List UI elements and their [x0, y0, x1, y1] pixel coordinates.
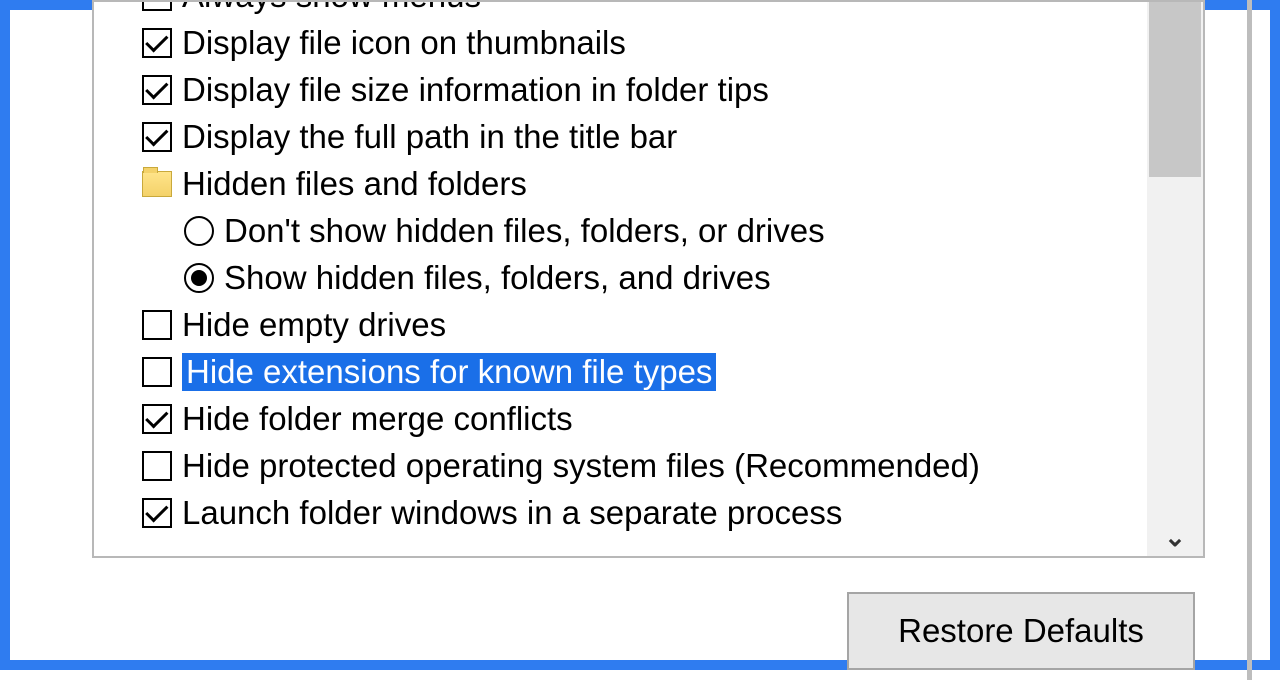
chevron-down-icon: ⌄ — [1164, 522, 1186, 553]
checkbox-icon[interactable] — [142, 28, 172, 58]
checkbox-icon[interactable] — [142, 357, 172, 387]
scrollbar[interactable]: ⌄ — [1147, 2, 1203, 556]
folder-options-list-panel: Always show menus Display file icon on t… — [92, 0, 1205, 558]
option-hide-empty-drives[interactable]: Hide empty drives — [94, 301, 1147, 348]
option-hide-extensions[interactable]: Hide extensions for known file types — [94, 348, 1147, 395]
scrollbar-down-button[interactable]: ⌄ — [1147, 518, 1203, 556]
option-label: Hide folder merge conflicts — [182, 400, 573, 438]
checkbox-icon[interactable] — [142, 310, 172, 340]
option-display-full-path[interactable]: Display the full path in the title bar — [94, 113, 1147, 160]
group-label: Hidden files and folders — [182, 165, 527, 203]
radio-icon[interactable] — [184, 263, 214, 293]
option-label: Don't show hidden files, folders, or dri… — [224, 212, 825, 250]
option-hide-protected[interactable]: Hide protected operating system files (R… — [94, 442, 1147, 489]
option-launch-separate[interactable]: Launch folder windows in a separate proc… — [94, 489, 1147, 536]
window-frame: Always show menus Display file icon on t… — [0, 0, 1280, 670]
checkbox-icon[interactable] — [142, 451, 172, 481]
checkbox-icon[interactable] — [142, 122, 172, 152]
option-dont-show-hidden[interactable]: Don't show hidden files, folders, or dri… — [94, 207, 1147, 254]
radio-icon[interactable] — [184, 216, 214, 246]
restore-defaults-button[interactable]: Restore Defaults — [847, 592, 1195, 670]
option-always-show-menus[interactable]: Always show menus — [94, 2, 1147, 19]
option-label: Show hidden files, folders, and drives — [224, 259, 771, 297]
option-label: Hide extensions for known file types — [182, 353, 716, 391]
checkbox-icon[interactable] — [142, 75, 172, 105]
option-label: Hide protected operating system files (R… — [182, 447, 980, 485]
checkbox-icon[interactable] — [142, 2, 172, 11]
option-display-file-size[interactable]: Display file size information in folder … — [94, 66, 1147, 113]
button-label: Restore Defaults — [898, 612, 1144, 650]
folder-icon — [142, 171, 172, 197]
option-label: Launch folder windows in a separate proc… — [182, 494, 842, 532]
option-label: Display file size information in folder … — [182, 71, 769, 109]
advanced-settings-list[interactable]: Always show menus Display file icon on t… — [94, 2, 1147, 556]
checkbox-icon[interactable] — [142, 498, 172, 528]
group-hidden-files: Hidden files and folders — [94, 160, 1147, 207]
outer-scroll-edge — [1247, 0, 1252, 680]
scrollbar-thumb[interactable] — [1149, 2, 1201, 177]
option-hide-merge-conflicts[interactable]: Hide folder merge conflicts — [94, 395, 1147, 442]
checkbox-icon[interactable] — [142, 404, 172, 434]
option-show-hidden[interactable]: Show hidden files, folders, and drives — [94, 254, 1147, 301]
option-label: Hide empty drives — [182, 306, 446, 344]
option-label: Display file icon on thumbnails — [182, 24, 626, 62]
option-label: Display the full path in the title bar — [182, 118, 677, 156]
option-label: Always show menus — [182, 2, 481, 15]
option-display-file-icon[interactable]: Display file icon on thumbnails — [94, 19, 1147, 66]
